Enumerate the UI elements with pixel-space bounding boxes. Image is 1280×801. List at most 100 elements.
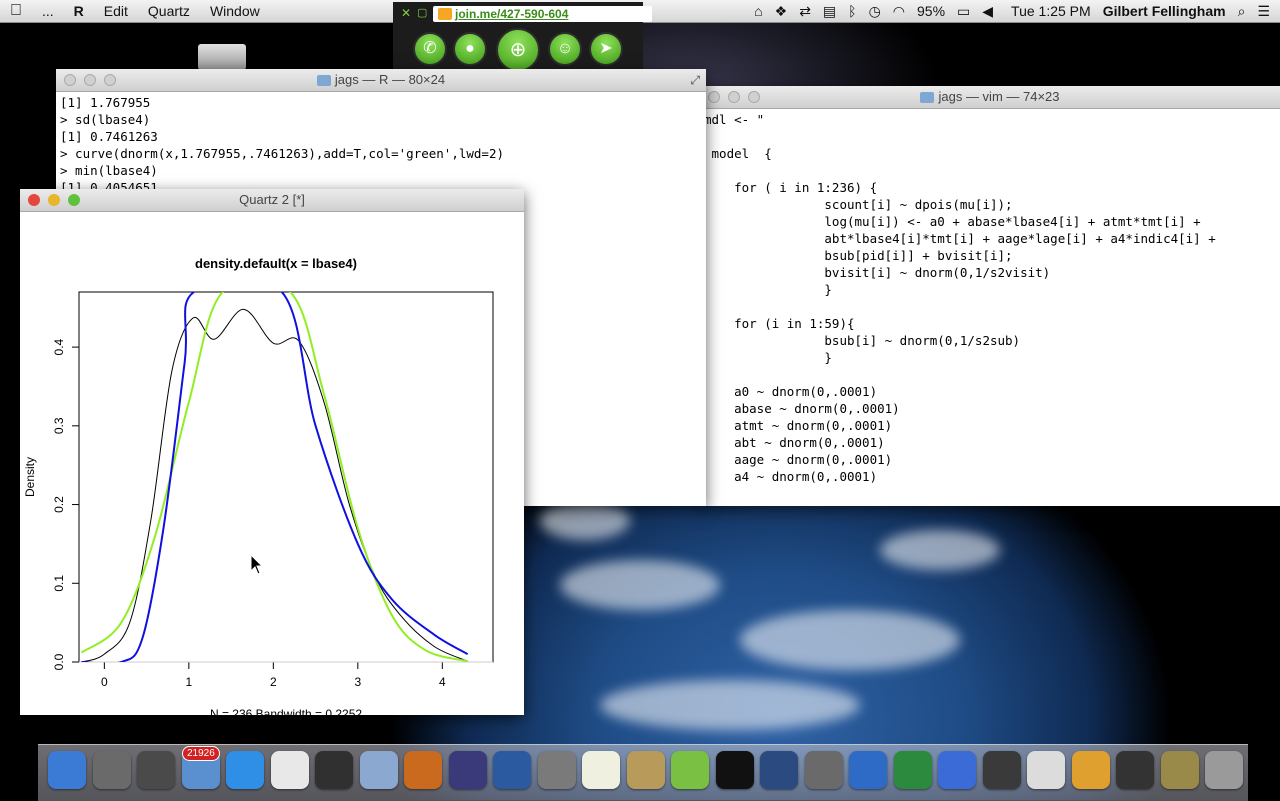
user-name[interactable]: Gilbert Fellingham — [1103, 3, 1226, 19]
close-button[interactable] — [28, 194, 40, 206]
joinme-toolbar: ✕ ▢ join.me/427-590-604 ✆ ● ⊕ ☺ ➤ — [393, 2, 652, 74]
code-line: log(mu[i]) <- a0 + abase*lbase4[i] + atm… — [704, 214, 1201, 229]
dock-terminal-icon[interactable] — [715, 751, 754, 789]
dock-latex-icon[interactable] — [537, 751, 576, 789]
dock-textedit-icon[interactable] — [582, 751, 620, 789]
participants-icon[interactable]: ☺ — [548, 32, 582, 66]
minimize-button[interactable] — [48, 194, 60, 206]
dock-pandora-icon[interactable] — [493, 751, 531, 789]
hard-drive-icon[interactable] — [198, 44, 246, 70]
zoom-button[interactable] — [104, 74, 116, 86]
joinme-url-link[interactable]: join.me/427-590-604 — [433, 6, 652, 22]
dock-system-preferences-icon[interactable] — [804, 751, 843, 789]
wifi-icon[interactable]: ◠ — [893, 3, 905, 20]
joinme-close-icon[interactable]: ✕ — [401, 6, 411, 20]
zoom-icon[interactable]: ⊕ — [496, 28, 540, 72]
dock-r-icon[interactable] — [448, 751, 487, 789]
minimize-button[interactable] — [84, 74, 96, 86]
dock-blank-icon[interactable] — [1116, 751, 1154, 789]
close-button[interactable] — [64, 74, 76, 86]
code-line: model { — [704, 146, 772, 161]
y-tick-label: 0.4 — [52, 338, 66, 355]
volume-icon[interactable]: ◀ — [982, 3, 993, 20]
dock-launchpad-icon[interactable] — [92, 751, 131, 789]
console-line: [1] 0.7461263 — [60, 129, 158, 144]
time-machine-icon[interactable]: ◷ — [869, 3, 881, 20]
mouse-cursor-icon — [250, 553, 264, 575]
y-axis-label: Density — [23, 457, 37, 497]
minimize-button[interactable] — [728, 91, 740, 103]
dock-app-store-icon[interactable] — [226, 751, 264, 789]
menu-edit[interactable]: Edit — [94, 3, 138, 19]
dropbox-icon[interactable]: ❖ — [775, 3, 788, 20]
notification-center-icon[interactable]: ☰ — [1257, 3, 1270, 20]
joinme-minimize-icon[interactable]: ▢ — [417, 6, 427, 19]
home-icon[interactable]: ⌂ — [754, 3, 762, 19]
zoom-button[interactable] — [68, 194, 80, 206]
zoom-button[interactable] — [748, 91, 760, 103]
code-line: bsub[pid[i]] + bvisit[i]; — [704, 248, 1013, 263]
code-line: aage ~ dnorm(0,.0001) — [704, 452, 893, 467]
sync-icon[interactable]: ⇄ — [799, 3, 811, 20]
battery-indicator-icon[interactable]: ▤ — [823, 3, 836, 20]
code-line: } — [704, 350, 832, 365]
dock-utility-icon[interactable] — [1160, 751, 1199, 789]
spotlight-search-icon[interactable]: ⌕ — [1238, 3, 1246, 20]
clock[interactable]: Tue 1:25 PM — [1011, 3, 1091, 19]
menu-window[interactable]: Window — [200, 3, 270, 19]
plot-frame — [78, 291, 494, 663]
mail-unread-badge: 21926 — [182, 746, 220, 761]
menu-quartz[interactable]: Quartz — [138, 3, 200, 19]
code-line: abt ~ dnorm(0,.0001) — [704, 435, 885, 450]
code-line: abase ~ dnorm(0,.0001) — [704, 401, 900, 416]
battery-icon[interactable]: ▭ — [957, 3, 970, 20]
dock-firefox-icon[interactable] — [404, 751, 442, 789]
quartz-titlebar[interactable]: Quartz 2 [*] — [20, 189, 524, 212]
normal-curve-green — [80, 292, 468, 662]
dock-contacts-icon[interactable] — [626, 751, 665, 789]
dock-chrome-icon[interactable] — [270, 751, 309, 789]
dock-vmware-icon[interactable] — [760, 751, 798, 789]
pointer-icon[interactable]: ➤ — [589, 32, 623, 66]
console-line: [1] 1.767955 — [60, 95, 151, 110]
density-curve — [81, 308, 468, 662]
fitted-curve-blue — [81, 292, 469, 662]
cloud — [600, 680, 860, 730]
dock-trash-icon[interactable] — [1205, 751, 1243, 789]
code-line: abt*lbase4[i]*tmt[i] + aage*lage[i] + a4… — [704, 231, 1216, 246]
code-line: mdl <- " — [704, 112, 765, 127]
bluetooth-icon[interactable]: ᛒ — [848, 3, 856, 19]
menu-ellipsis[interactable]: ... — [32, 3, 64, 19]
dock-word-icon[interactable] — [849, 751, 887, 789]
close-button[interactable] — [708, 91, 720, 103]
folder-icon — [920, 92, 935, 104]
vim-editor-text[interactable]: mdl <- " model { for ( i in 1:236) { sco… — [700, 109, 1280, 487]
dock-pdf-icon[interactable] — [1027, 751, 1065, 789]
dock-camera-icon[interactable] — [982, 751, 1021, 789]
code-line: } — [704, 282, 832, 297]
density-plot: density.default(x = lbase4) 0 1 2 3 4 0.0 0.1… — [23, 256, 494, 715]
r-console-titlebar[interactable]: jags — R — 80×24 ⤢ — [56, 69, 706, 92]
fullscreen-icon[interactable]: ⤢ — [690, 69, 700, 91]
dock-itunes-icon[interactable] — [938, 751, 976, 789]
dock-x11-icon[interactable] — [1071, 751, 1110, 789]
battery-percent[interactable]: 95% — [917, 3, 945, 19]
r-console-text[interactable]: [1] 1.767955 > sd(lbase4) [1] 0.7461263 > c… — [56, 92, 706, 198]
dock-finder-icon[interactable] — [48, 751, 86, 789]
r-console-title: jags — R — 80×24 — [334, 72, 446, 87]
phone-icon[interactable]: ✆ — [413, 32, 447, 66]
dock-excel-icon[interactable] — [893, 751, 932, 789]
dock-iphoto-icon[interactable] — [359, 751, 398, 789]
vim-titlebar[interactable]: jags — vim — 74×23 — [700, 86, 1280, 109]
dock-preview-icon[interactable] — [137, 751, 175, 789]
chat-icon[interactable]: ● — [453, 32, 487, 66]
apple-menu-icon[interactable]:  — [0, 2, 32, 20]
code-line: atmt ~ dnorm(0,.0001) — [704, 418, 893, 433]
dock-join-me-icon[interactable] — [671, 751, 709, 789]
menu-app-r[interactable]: R — [64, 3, 94, 19]
folder-icon — [316, 75, 331, 87]
code-line: scount[i] ~ dpois(mu[i]); — [704, 197, 1013, 212]
dock-dashboard-icon[interactable] — [315, 751, 353, 789]
